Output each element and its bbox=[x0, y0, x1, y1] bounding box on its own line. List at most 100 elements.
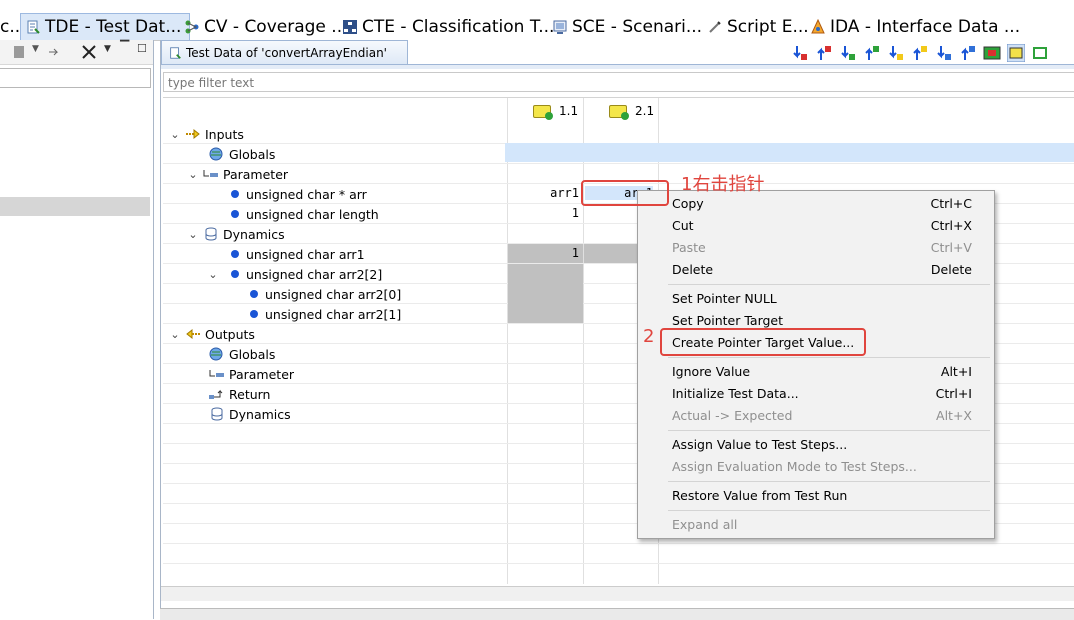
menu-item-initialize-test-data[interactable]: Initialize Test Data... Ctrl+I bbox=[672, 383, 972, 403]
minimize-icon[interactable]: ▔ bbox=[120, 40, 129, 54]
tree-row-outputs[interactable]: ⌄ Outputs bbox=[169, 324, 255, 344]
layout-outline-icon[interactable] bbox=[1031, 44, 1049, 62]
move-down-icon[interactable] bbox=[791, 44, 809, 62]
menu-separator bbox=[668, 510, 990, 511]
menu-item-set-pointer-null[interactable]: Set Pointer NULL bbox=[672, 288, 972, 308]
tree-row-out-globals[interactable]: Globals bbox=[209, 344, 275, 364]
scenario-icon bbox=[553, 20, 567, 34]
menu-item-cut[interactable]: Cut Ctrl+X bbox=[672, 215, 972, 235]
tree-row-arr2-1[interactable]: unsigned char arr2[1] bbox=[250, 304, 401, 324]
menu-separator bbox=[668, 430, 990, 431]
tde-icon bbox=[27, 20, 40, 34]
menu-item-actual-to-expected[interactable]: Actual -> Expected Alt+X bbox=[672, 405, 972, 425]
dynamics-icon bbox=[205, 227, 217, 241]
menu-item-restore-value[interactable]: Restore Value from Test Run bbox=[672, 485, 972, 505]
cell-length-1-1[interactable]: 1 bbox=[513, 206, 579, 220]
layout-yellow-icon[interactable] bbox=[1007, 44, 1025, 62]
move-up-icon[interactable] bbox=[815, 44, 833, 62]
cell-arr-1-1[interactable]: arr1 bbox=[513, 186, 579, 200]
tree-row-out-parameter[interactable]: Parameter bbox=[209, 364, 294, 384]
annotation-step1: 1右击指针 bbox=[681, 174, 765, 195]
menu-item-copy[interactable]: Copy Ctrl+C bbox=[672, 193, 972, 213]
perspective-tab-tde[interactable]: TDE - Test Dat... bbox=[20, 13, 191, 40]
perspective-tab-ida[interactable]: IDA - Interface Data ... bbox=[810, 14, 1020, 40]
editor-toolbar bbox=[791, 42, 1049, 64]
perspective-tab-bar: c... TDE - Test Dat... CV - Coverage ...… bbox=[0, 0, 1074, 41]
menu-item-assign-value-to-test-steps[interactable]: Assign Value to Test Steps... bbox=[672, 434, 972, 454]
annotation-box-create-pointer bbox=[660, 328, 866, 356]
tree-row-arr1[interactable]: unsigned char arr1 bbox=[231, 244, 365, 264]
tree-row-return[interactable]: Return bbox=[209, 384, 270, 404]
tree-row-arr2-0[interactable]: unsigned char arr2[0] bbox=[250, 284, 401, 304]
move-down-green-icon[interactable] bbox=[839, 44, 857, 62]
coverage-icon bbox=[185, 20, 199, 34]
perspective-tab-label: Script E... bbox=[727, 17, 809, 37]
column-header-1-1[interactable]: 1.1 bbox=[533, 104, 578, 120]
tree-row-globals[interactable]: Globals bbox=[209, 144, 275, 164]
tree-row-inputs[interactable]: ⌄ Inputs bbox=[169, 124, 244, 144]
bottom-view-strip bbox=[160, 608, 1074, 620]
editor-tab-underline bbox=[161, 64, 1074, 69]
filter-icon[interactable] bbox=[80, 43, 98, 61]
globe-icon bbox=[209, 147, 223, 161]
chevron-down-icon[interactable]: ⌄ bbox=[169, 128, 181, 141]
left-selected-row[interactable] bbox=[0, 197, 150, 216]
left-toolbar: ▼ ▼ ▔ ☐ bbox=[0, 40, 153, 65]
menu-item-paste[interactable]: Paste Ctrl+V bbox=[672, 237, 972, 257]
tree-row-out-dynamics[interactable]: Dynamics bbox=[211, 404, 291, 424]
filter-input[interactable]: type filter text bbox=[163, 72, 1074, 92]
chevron-down-icon[interactable]: ⌄ bbox=[187, 228, 199, 241]
menu-item-assign-evaluation-mode[interactable]: Assign Evaluation Mode to Test Steps... bbox=[672, 456, 972, 476]
chevron-down-icon[interactable]: ⌄ bbox=[169, 328, 181, 341]
menu-item-set-pointer-target[interactable]: Set Pointer Target bbox=[672, 310, 972, 330]
menu-item-expand-all[interactable]: Expand all bbox=[672, 514, 972, 534]
script-icon bbox=[709, 21, 721, 33]
tree-row-length[interactable]: unsigned char length bbox=[231, 204, 379, 224]
dropdown-arrow-icon[interactable]: ▼ bbox=[32, 44, 39, 54]
tree-row-arr2[interactable]: ⌄ unsigned char arr2[2] bbox=[207, 264, 382, 284]
perspective-tab-script[interactable]: Script E... bbox=[707, 14, 809, 40]
perspective-tab-cte[interactable]: CTE - Classification T... bbox=[342, 14, 554, 40]
column-header-2-1[interactable]: 2.1 bbox=[609, 104, 654, 120]
left-panel: ▼ ▼ ▔ ☐ bbox=[0, 40, 154, 619]
left-filter-input[interactable] bbox=[0, 68, 151, 88]
view-menu-icon[interactable]: ▼ bbox=[104, 44, 111, 54]
menu-separator bbox=[668, 284, 990, 285]
perspective-tab-label: IDA - Interface Data ... bbox=[830, 17, 1021, 37]
chevron-down-icon[interactable]: ⌄ bbox=[207, 268, 219, 281]
move-up-green-icon[interactable] bbox=[863, 44, 881, 62]
chevron-down-icon[interactable]: ⌄ bbox=[187, 168, 199, 181]
test-case-icon bbox=[609, 104, 629, 120]
move-up-blue-icon[interactable] bbox=[959, 44, 977, 62]
menu-separator bbox=[668, 481, 990, 482]
layout-red-icon[interactable] bbox=[983, 44, 1001, 62]
editor-tab[interactable]: Test Data of 'convertArrayEndian' bbox=[161, 40, 408, 65]
tree-row-parameter[interactable]: ⌄ Parameter bbox=[187, 164, 288, 184]
move-down-blue-icon[interactable] bbox=[935, 44, 953, 62]
test-case-icon bbox=[533, 104, 553, 120]
variable-dot-icon bbox=[250, 310, 258, 318]
variable-dot-icon bbox=[231, 210, 239, 218]
link-icon[interactable] bbox=[46, 44, 62, 60]
perspective-tab-cv[interactable]: CV - Coverage ... bbox=[184, 14, 348, 40]
tree-row-dynamics[interactable]: ⌄ Dynamics bbox=[187, 224, 284, 244]
menu-item-delete[interactable]: Delete Delete bbox=[672, 259, 972, 279]
menu-item-ignore-value[interactable]: Ignore Value Alt+I bbox=[672, 361, 972, 381]
cell-arr1-1-1[interactable]: 1 bbox=[513, 246, 579, 260]
maximize-icon[interactable]: ☐ bbox=[137, 42, 147, 55]
editor-tab-title: Test Data of 'convertArrayEndian' bbox=[186, 46, 387, 60]
classification-tree-icon bbox=[343, 20, 357, 34]
return-icon bbox=[209, 389, 223, 399]
variable-dot-icon bbox=[231, 250, 239, 258]
test-data-icon bbox=[170, 47, 181, 59]
tree-row-arr[interactable]: unsigned char * arr bbox=[231, 184, 367, 204]
move-up-yellow-icon[interactable] bbox=[911, 44, 929, 62]
save-icon[interactable] bbox=[12, 44, 28, 60]
annotation-box-pointer-cell bbox=[581, 180, 669, 206]
interface-data-icon bbox=[811, 19, 825, 34]
move-down-yellow-icon[interactable] bbox=[887, 44, 905, 62]
perspective-tab-sce[interactable]: SCE - Scenari... bbox=[552, 14, 702, 40]
parameter-icon bbox=[209, 370, 224, 377]
perspective-tab-label: CTE - Classification T... bbox=[362, 17, 555, 37]
outputs-icon bbox=[186, 328, 200, 340]
